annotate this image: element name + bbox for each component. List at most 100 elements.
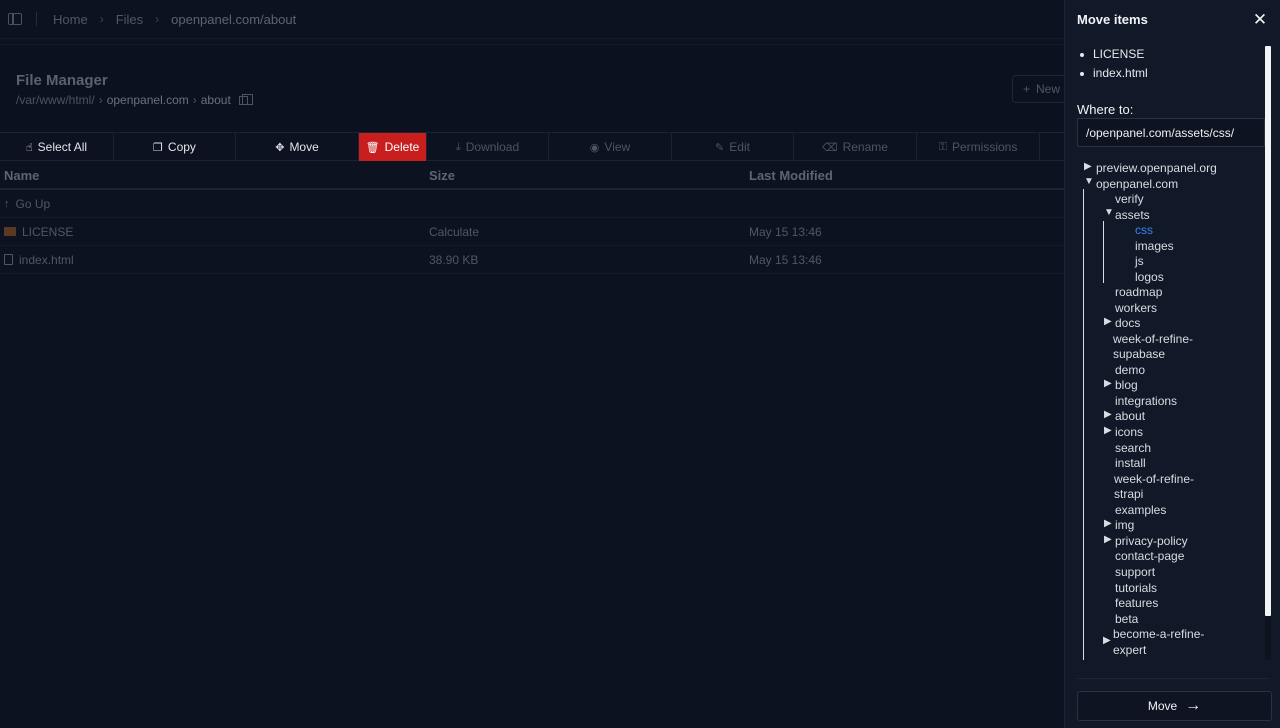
tree-node[interactable]: privacy-policy — [1115, 534, 1188, 548]
sidebar-toggle-icon[interactable] — [8, 13, 22, 25]
move-items-drawer: Move items ✕ LICENSE index.html Where to… — [1064, 0, 1280, 728]
tree-node[interactable]: beta — [1115, 612, 1138, 626]
tree-node[interactable]: contact-page — [1115, 549, 1184, 563]
tree-node[interactable]: verify — [1115, 192, 1144, 206]
tree-node[interactable]: openpanel.com — [1096, 177, 1178, 191]
copy-icon: ❐ — [153, 141, 163, 154]
copy-button[interactable]: ❐ Copy — [114, 133, 236, 161]
new-button[interactable]: + New — [1012, 75, 1072, 103]
list-item: LICENSE — [1079, 47, 1145, 61]
edit-button[interactable]: ✎ Edit — [672, 133, 794, 161]
tree-node[interactable]: img — [1115, 518, 1134, 532]
path-breadcrumb: /var/www/html/ › openpanel.com › about — [16, 93, 253, 107]
scrollbar-thumb[interactable] — [1265, 46, 1271, 616]
caret-down-icon[interactable]: ▼ — [1104, 207, 1114, 218]
rename-button[interactable]: ⌫ Rename — [794, 133, 917, 161]
breadcrumb-files[interactable]: Files — [116, 12, 143, 27]
tree-node[interactable]: tutorials — [1115, 581, 1157, 595]
tree-node[interactable]: expert — [1113, 643, 1146, 657]
file-icon — [4, 254, 13, 265]
copy-label: Copy — [167, 140, 196, 154]
row-modified: May 15 13:46 — [749, 252, 822, 267]
action-toolbar: ☝ Select All ❐ Copy ✥ Move 🗑 Delete ⤓ Downloa… — [0, 132, 1064, 161]
divider — [1077, 678, 1269, 679]
tree-node[interactable]: roadmap — [1115, 285, 1162, 299]
caret-right-icon[interactable]: ▶ — [1104, 378, 1112, 389]
list-item: index.html — [1080, 66, 1148, 80]
tree-node[interactable]: about — [1115, 409, 1145, 423]
table-row[interactable]: LICENSE Calculate May 15 13:46 — [0, 218, 1064, 246]
drawer-scroll-area[interactable]: LICENSE index.html Where to: ▶ preview.o… — [1077, 46, 1266, 662]
tree-node[interactable]: search — [1115, 441, 1151, 455]
tree-node[interactable]: preview.openpanel.org — [1096, 161, 1217, 175]
permissions-button[interactable]: ⚿ Permissions — [917, 133, 1040, 161]
breadcrumb-current: openpanel.com/about — [171, 11, 297, 27]
caret-right-icon[interactable]: ▶ — [1104, 316, 1112, 327]
tree-node[interactable]: logos — [1135, 270, 1164, 284]
chevron-right-icon: › — [155, 12, 160, 26]
row-name: LICENSE — [22, 224, 74, 239]
tree-node[interactable]: support — [1115, 565, 1155, 579]
tree-node[interactable]: images — [1135, 239, 1174, 253]
tree-node[interactable]: week-of-refine- — [1114, 472, 1194, 486]
tree-guide-line — [1103, 221, 1104, 283]
breadcrumb-home[interactable]: Home — [53, 12, 88, 27]
tree-node[interactable]: supabase — [1113, 347, 1165, 361]
column-header-name[interactable]: Name — [4, 168, 39, 183]
close-icon[interactable]: ✕ — [1252, 10, 1268, 30]
path-segment[interactable]: about — [201, 93, 231, 107]
row-size[interactable]: Calculate — [429, 225, 479, 239]
copy-path-icon[interactable] — [238, 93, 253, 105]
download-button[interactable]: ⤓ Download — [427, 133, 549, 161]
rename-icon: ⌫ — [822, 141, 838, 154]
move-button-label: Move — [1147, 699, 1178, 713]
tree-node[interactable]: install — [1115, 456, 1146, 470]
caret-right-icon[interactable]: ▶ — [1104, 409, 1112, 420]
scrollbar[interactable] — [1265, 46, 1271, 660]
tree-node[interactable]: icons — [1115, 425, 1143, 439]
tree-node[interactable]: workers — [1115, 301, 1157, 315]
view-label: View — [604, 140, 631, 154]
tree-node[interactable]: js — [1135, 254, 1144, 268]
table-row[interactable]: index.html 38.90 KB May 15 13:46 — [0, 246, 1064, 274]
path-root[interactable]: /var/www/html/ — [16, 93, 95, 107]
arrow-right-icon: → — [1185, 697, 1202, 714]
tree-node[interactable]: examples — [1115, 503, 1166, 517]
caret-right-icon[interactable]: ▶ — [1104, 425, 1112, 436]
destination-input[interactable] — [1077, 118, 1265, 147]
tree-node[interactable]: strapi — [1114, 487, 1143, 501]
column-header-size[interactable]: Size — [429, 168, 455, 183]
caret-right-icon[interactable]: ▶ — [1104, 534, 1112, 545]
view-button[interactable]: ◉ View — [549, 133, 672, 161]
permissions-label: Permissions — [952, 140, 1018, 154]
select-all-button[interactable]: ☝ Select All — [0, 133, 114, 161]
row-size: 38.90 KB — [429, 252, 479, 267]
move-button[interactable]: ✥ Move — [236, 133, 359, 161]
tree-node[interactable]: integrations — [1115, 394, 1177, 408]
caret-right-icon[interactable]: ▶ — [1104, 518, 1112, 529]
go-up-row[interactable]: ↑ Go Up — [0, 190, 1064, 218]
column-header-modified[interactable]: Last Modified — [749, 168, 833, 183]
path-segment[interactable]: openpanel.com — [107, 93, 189, 107]
caret-right-icon[interactable]: ▶ — [1103, 635, 1111, 646]
caret-right-icon[interactable]: ▶ — [1084, 161, 1092, 172]
page-header: File Manager /var/www/html/ › openpanel.… — [0, 44, 1072, 132]
move-confirm-button[interactable]: Move → — [1077, 691, 1272, 721]
download-label: Download — [465, 140, 520, 154]
edit-label: Edit — [729, 140, 750, 154]
tree-node-selected[interactable]: css — [1135, 223, 1153, 237]
caret-down-icon[interactable]: ▼ — [1084, 176, 1094, 187]
tree-node[interactable]: week-of-refine- — [1113, 332, 1193, 346]
drawer-title: Move items — [1077, 12, 1148, 27]
delete-button[interactable]: 🗑 Delete — [359, 133, 427, 161]
tree-node[interactable]: features — [1115, 596, 1158, 610]
tree-node[interactable]: demo — [1115, 363, 1145, 377]
new-button-label: New — [1036, 82, 1061, 96]
tree-node[interactable]: assets — [1115, 208, 1150, 222]
pencil-icon: ✎ — [715, 141, 725, 154]
tree-node[interactable]: docs — [1115, 316, 1140, 330]
tree-node[interactable]: become-a-refine- — [1113, 627, 1204, 641]
go-up-label: Go Up — [15, 196, 51, 211]
tree-node[interactable]: blog — [1115, 378, 1138, 392]
row-name: index.html — [19, 252, 74, 267]
